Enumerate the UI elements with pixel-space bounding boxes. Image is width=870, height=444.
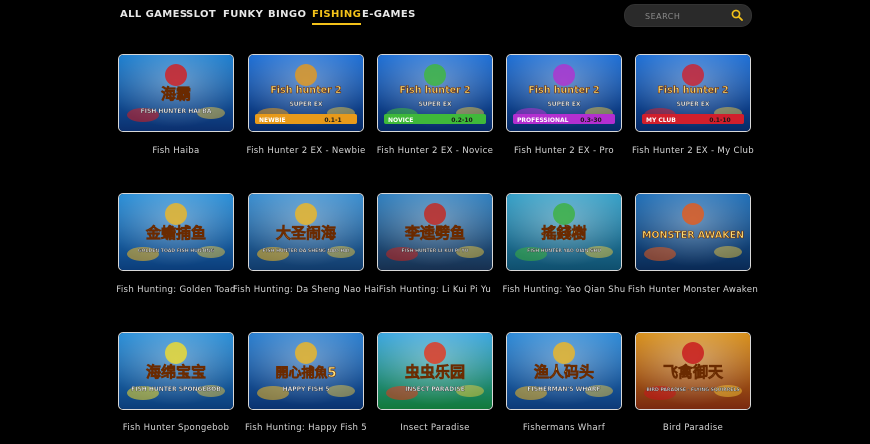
game-badge-value: 0.1-1: [324, 117, 341, 124]
game-card[interactable]: MONSTER AWAKEN: [635, 193, 751, 271]
game-art-subtitle: SUPER EX: [676, 101, 709, 108]
game-card[interactable]: 李逵劈鱼 FISH HUNTER LI KUI PI YU: [377, 193, 493, 271]
game-title[interactable]: Fish Hunting: Golden Toad: [101, 285, 251, 296]
game-art-title: MONSTER AWAKEN: [642, 230, 744, 241]
game-art-title: 飞禽御天: [663, 363, 724, 381]
game-badge-value: 0.3-30: [580, 117, 601, 124]
game-card[interactable]: 開心捕魚5 HAPPY FISH 5: [248, 332, 364, 410]
game-badge-label: NEWBIE: [259, 117, 286, 124]
game-card[interactable]: 大圣闹海 FISH HUNTER DA SHENG NAO HAI: [248, 193, 364, 271]
game-thumbnail[interactable]: 海绵宝宝 FISH HUNTER SPONGEBOB: [118, 332, 234, 410]
game-title[interactable]: Fish Hunting: Happy Fish 5: [231, 423, 381, 434]
game-thumbnail[interactable]: Fish hunter 2 SUPER EX PROFESSIONAL 0.3-30: [506, 54, 622, 132]
game-title[interactable]: Fish Hunter 2 EX - Newbie: [231, 146, 381, 157]
game-art-subtitle: FISH HUNTER LI KUI PI YU: [402, 248, 469, 254]
game-title[interactable]: Fish Hunting: Li Kui Pi Yu: [360, 285, 510, 296]
game-thumbnail[interactable]: 搖錢樹 FISH HUNTER YAO QIAN SHU: [506, 193, 622, 271]
tab-fishing[interactable]: FISHING: [312, 9, 362, 25]
game-art-title: 渔人码头: [534, 363, 594, 381]
game-art-title: 大圣闹海: [276, 224, 336, 242]
game-title[interactable]: Insect Paradise: [360, 423, 510, 434]
game-art-title: 開心捕魚5: [275, 365, 336, 381]
game-badge-value: 0.2-10: [451, 117, 472, 124]
game-badge-label: MY CLUB: [646, 117, 676, 124]
game-art-title: 海绵宝宝: [146, 363, 206, 381]
game-title[interactable]: Fish Hunting: Yao Qian Shu: [489, 285, 639, 296]
game-thumbnail[interactable]: 海霸 FISH HUNTER HAI BA: [118, 54, 234, 132]
tab-all-games[interactable]: ALL GAMES: [120, 9, 188, 20]
game-art-title: Fish hunter 2: [270, 85, 341, 96]
game-art-subtitle: SUPER EX: [547, 101, 580, 108]
game-art-subtitle: GOLDEN TOAD FISH HUNTING: [138, 248, 215, 254]
game-card[interactable]: Fish hunter 2 SUPER EX NOVICE 0.2-10: [377, 54, 493, 132]
game-title[interactable]: Fish Hunting: Da Sheng Nao Hai: [231, 285, 381, 296]
game-thumbnail[interactable]: 開心捕魚5 HAPPY FISH 5: [248, 332, 364, 410]
category-nav: ALL GAMES SLOT FUNKY BINGO FISHING E-GAM…: [0, 0, 870, 30]
game-card[interactable]: Fish hunter 2 SUPER EX NEWBIE 0.1-1: [248, 54, 364, 132]
game-art-subtitle: FISHERMAN'S WHARF: [527, 386, 600, 393]
search-box: [624, 4, 752, 27]
game-card[interactable]: 海霸 FISH HUNTER HAI BA: [118, 54, 234, 132]
game-title[interactable]: Fish Hunter 2 EX - Pro: [489, 146, 639, 157]
tab-funky[interactable]: FUNKY: [223, 9, 263, 20]
game-card[interactable]: 搖錢樹 FISH HUNTER YAO QIAN SHU: [506, 193, 622, 271]
game-thumbnail[interactable]: Fish hunter 2 SUPER EX MY CLUB 0.1-10: [635, 54, 751, 132]
game-thumbnail[interactable]: 李逵劈鱼 FISH HUNTER LI KUI PI YU: [377, 193, 493, 271]
game-badge-value: 0.1-10: [709, 117, 730, 124]
game-card[interactable]: 金蟾捕鱼 GOLDEN TOAD FISH HUNTING: [118, 193, 234, 271]
game-title[interactable]: Fish Hunter 2 EX - Novice: [360, 146, 510, 157]
game-card[interactable]: Fish hunter 2 SUPER EX MY CLUB 0.1-10: [635, 54, 751, 132]
game-card[interactable]: 渔人码头 FISHERMAN'S WHARF: [506, 332, 622, 410]
game-art-subtitle: FISH HUNTER YAO QIAN SHU: [527, 248, 601, 254]
game-thumbnail[interactable]: Fish hunter 2 SUPER EX NOVICE 0.2-10: [377, 54, 493, 132]
game-title[interactable]: Fish Hunter Monster Awaken: [618, 285, 768, 296]
game-art-subtitle: INSECT PARADISE: [405, 386, 465, 393]
game-art-subtitle: HAPPY FISH 5: [283, 386, 330, 393]
tab-e-games[interactable]: E-GAMES: [362, 9, 416, 20]
game-thumbnail[interactable]: Fish hunter 2 SUPER EX NEWBIE 0.1-1: [248, 54, 364, 132]
search-icon[interactable]: [731, 9, 743, 21]
search-input[interactable]: [643, 8, 727, 24]
game-thumbnail[interactable]: 金蟾捕鱼 GOLDEN TOAD FISH HUNTING: [118, 193, 234, 271]
game-thumbnail[interactable]: 大圣闹海 FISH HUNTER DA SHENG NAO HAI: [248, 193, 364, 271]
game-thumbnail[interactable]: 飞禽御天 BIRD PARADISE · FLYING SQUIRRELS: [635, 332, 751, 410]
game-art-title: 虫虫乐园: [405, 363, 465, 381]
game-art-title: Fish hunter 2: [528, 85, 599, 96]
game-card[interactable]: 海绵宝宝 FISH HUNTER SPONGEBOB: [118, 332, 234, 410]
game-art-title: Fish hunter 2: [399, 85, 470, 96]
game-badge-label: PROFESSIONAL: [517, 117, 569, 124]
game-art-title: Fish hunter 2: [657, 85, 728, 96]
game-art-subtitle: SUPER EX: [418, 101, 451, 108]
game-thumbnail[interactable]: MONSTER AWAKEN: [635, 193, 751, 271]
game-art-title: 海霸: [161, 85, 191, 103]
game-art-title: 金蟾捕鱼: [145, 224, 206, 242]
game-art-subtitle: BIRD PARADISE · FLYING SQUIRRELS: [646, 387, 739, 393]
game-art-subtitle: FISH HUNTER HAI BA: [141, 108, 212, 115]
game-thumbnail[interactable]: 渔人码头 FISHERMAN'S WHARF: [506, 332, 622, 410]
tab-slot[interactable]: SLOT: [186, 9, 216, 20]
game-thumbnail[interactable]: 虫虫乐园 INSECT PARADISE: [377, 332, 493, 410]
game-card[interactable]: Fish hunter 2 SUPER EX PROFESSIONAL 0.3-30: [506, 54, 622, 132]
game-title[interactable]: Fish Haiba: [101, 146, 251, 157]
game-card[interactable]: 飞禽御天 BIRD PARADISE · FLYING SQUIRRELS: [635, 332, 751, 410]
game-art-subtitle: FISH HUNTER SPONGEBOB: [131, 386, 221, 393]
game-art-subtitle: FISH HUNTER DA SHENG NAO HAI: [263, 248, 350, 254]
game-title[interactable]: Fish Hunter Spongebob: [101, 423, 251, 434]
game-title[interactable]: Fishermans Wharf: [489, 423, 639, 434]
tab-bingo[interactable]: BINGO: [268, 9, 306, 20]
game-card[interactable]: 虫虫乐园 INSECT PARADISE: [377, 332, 493, 410]
game-art-title: 李逵劈鱼: [404, 224, 465, 242]
game-badge-label: NOVICE: [388, 117, 413, 124]
game-art-subtitle: SUPER EX: [289, 101, 322, 108]
game-art-title: 搖錢樹: [541, 224, 586, 242]
game-title[interactable]: Fish Hunter 2 EX - My Club: [618, 146, 768, 157]
game-title[interactable]: Bird Paradise: [618, 423, 768, 434]
